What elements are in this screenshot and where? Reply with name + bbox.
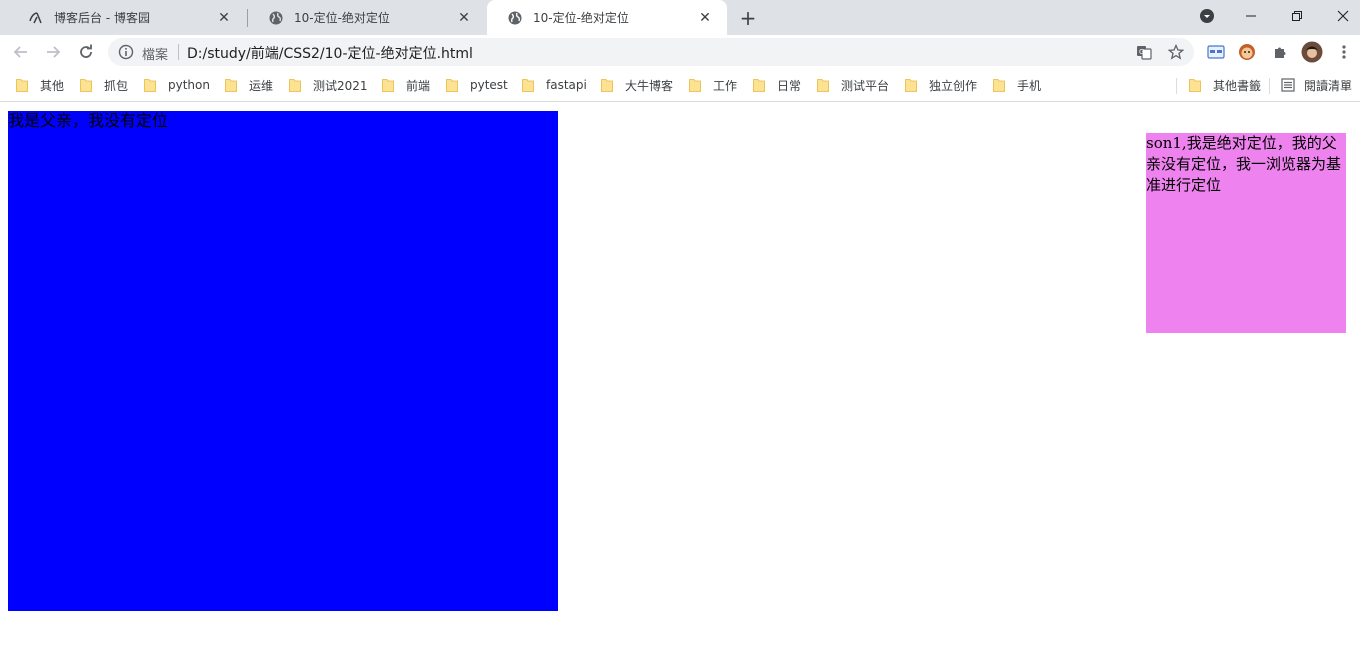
globe-icon <box>268 10 284 26</box>
bookmark-folder[interactable]: 工作 <box>689 76 737 94</box>
page-viewport: 我是父亲，我没有定位 son1,我是绝对定位，我的父亲没有定位，我一浏览器为基准… <box>0 103 1360 664</box>
bookmarks-bar: 其他 抓包 python 运维 测试2021 前端 pytest fastapi… <box>0 69 1360 102</box>
bookmark-folder[interactable]: pytest <box>446 76 508 94</box>
folder-icon <box>289 78 301 92</box>
reading-list-icon <box>1281 78 1295 92</box>
more-menu-icon[interactable] <box>1333 41 1355 63</box>
info-icon[interactable] <box>118 44 134 60</box>
father-text: 我是父亲，我没有定位 <box>8 111 169 130</box>
close-icon <box>1337 10 1349 22</box>
url-text[interactable]: D:/study/前端/CSS2/10-定位-绝对定位.html <box>187 43 473 63</box>
bookmark-folder[interactable]: fastapi <box>522 76 587 94</box>
bookmarks-divider <box>1269 78 1270 94</box>
folder-icon <box>817 78 829 92</box>
bookmark-folder[interactable]: 运维 <box>225 76 273 94</box>
folder-icon <box>905 78 917 92</box>
bookmarks-divider <box>1176 78 1177 94</box>
folder-icon <box>1189 78 1201 92</box>
other-bookmarks-folder[interactable]: 其他書籤 <box>1189 76 1261 94</box>
address-divider <box>178 44 179 60</box>
tab-title: 博客后台 - 博客园 <box>54 11 150 25</box>
toolbar: 檔案 D:/study/前端/CSS2/10-定位-绝对定位.html G <box>0 35 1360 69</box>
forward-arrow-icon <box>47 46 61 58</box>
avatar[interactable] <box>1301 41 1323 63</box>
translate-icon[interactable]: G <box>1136 44 1152 60</box>
folder-icon <box>446 78 458 92</box>
tab-title: 10-定位-绝对定位 <box>294 11 390 25</box>
bookmark-star-icon[interactable] <box>1168 44 1184 60</box>
address-bar[interactable]: 檔案 D:/study/前端/CSS2/10-定位-绝对定位.html G <box>108 38 1194 66</box>
bookmark-folder[interactable]: 其他 <box>16 76 64 94</box>
security-label[interactable]: 檔案 <box>142 44 168 63</box>
back-arrow-icon <box>13 46 27 58</box>
folder-icon <box>753 78 765 92</box>
bookmark-folder[interactable]: python <box>144 76 210 94</box>
bookmark-folder[interactable]: 测试平台 <box>817 76 889 94</box>
folder-icon <box>80 78 92 92</box>
close-icon[interactable]: ✕ <box>697 10 713 26</box>
bookmark-folder[interactable]: 前端 <box>382 76 430 94</box>
close-window-button[interactable] <box>1320 0 1360 32</box>
monkey-extension-icon[interactable] <box>1236 41 1258 63</box>
tab-strip: 博客后台 - 博客园 ✕ 10-定位-绝对定位 ✕ 10-定位-绝对定位 ✕ + <box>0 0 1360 35</box>
puzzle-extensions-icon[interactable] <box>1269 41 1291 63</box>
reading-list-button[interactable]: 閱讀清單 <box>1281 76 1352 94</box>
chevron-down-icon <box>1200 9 1214 23</box>
tab-cnblogs[interactable]: 博客后台 - 博客园 ✕ <box>8 0 246 35</box>
father-box: 我是父亲，我没有定位 <box>8 111 558 611</box>
close-icon[interactable]: ✕ <box>456 10 472 26</box>
son-text: son1,我是绝对定位，我的父亲没有定位，我一浏览器为基准进行定位 <box>1146 134 1342 194</box>
restore-button[interactable] <box>1274 0 1320 32</box>
folder-icon <box>601 78 613 92</box>
globe-icon <box>507 10 523 26</box>
close-icon[interactable]: ✕ <box>216 10 232 26</box>
back-button[interactable] <box>8 39 34 65</box>
minimize-icon <box>1246 15 1256 17</box>
reload-icon <box>80 44 92 58</box>
minimize-button[interactable] <box>1228 0 1274 32</box>
bookmark-folder[interactable]: 抓包 <box>80 76 128 94</box>
bookmark-folder[interactable]: 日常 <box>753 76 801 94</box>
folder-icon <box>144 78 156 92</box>
folder-icon <box>16 78 28 92</box>
tab-absolute-position-2[interactable]: 10-定位-绝对定位 ✕ <box>487 0 727 35</box>
cnblogs-icon <box>28 10 44 26</box>
son-box: son1,我是绝对定位，我的父亲没有定位，我一浏览器为基准进行定位 <box>1146 133 1346 333</box>
tab-title: 10-定位-绝对定位 <box>533 11 629 25</box>
tab-absolute-position-1[interactable]: 10-定位-绝对定位 ✕ <box>248 0 486 35</box>
tab-search-button[interactable] <box>1184 0 1230 32</box>
folder-icon <box>993 78 1005 92</box>
reload-button[interactable] <box>73 39 99 65</box>
folder-icon <box>225 78 237 92</box>
bookmark-folder[interactable]: 测试2021 <box>289 76 368 94</box>
restore-icon <box>1292 11 1302 21</box>
extension-window-icon[interactable] <box>1205 41 1227 63</box>
folder-icon <box>522 78 534 92</box>
bookmark-folder[interactable]: 手机 <box>993 76 1041 94</box>
new-tab-button[interactable]: + <box>736 6 760 30</box>
svg-text:G: G <box>1139 48 1144 56</box>
bookmark-folder[interactable]: 大牛博客 <box>601 76 673 94</box>
folder-icon <box>689 78 701 92</box>
bookmark-folder[interactable]: 独立创作 <box>905 76 977 94</box>
forward-button[interactable] <box>40 39 66 65</box>
folder-icon <box>382 78 394 92</box>
